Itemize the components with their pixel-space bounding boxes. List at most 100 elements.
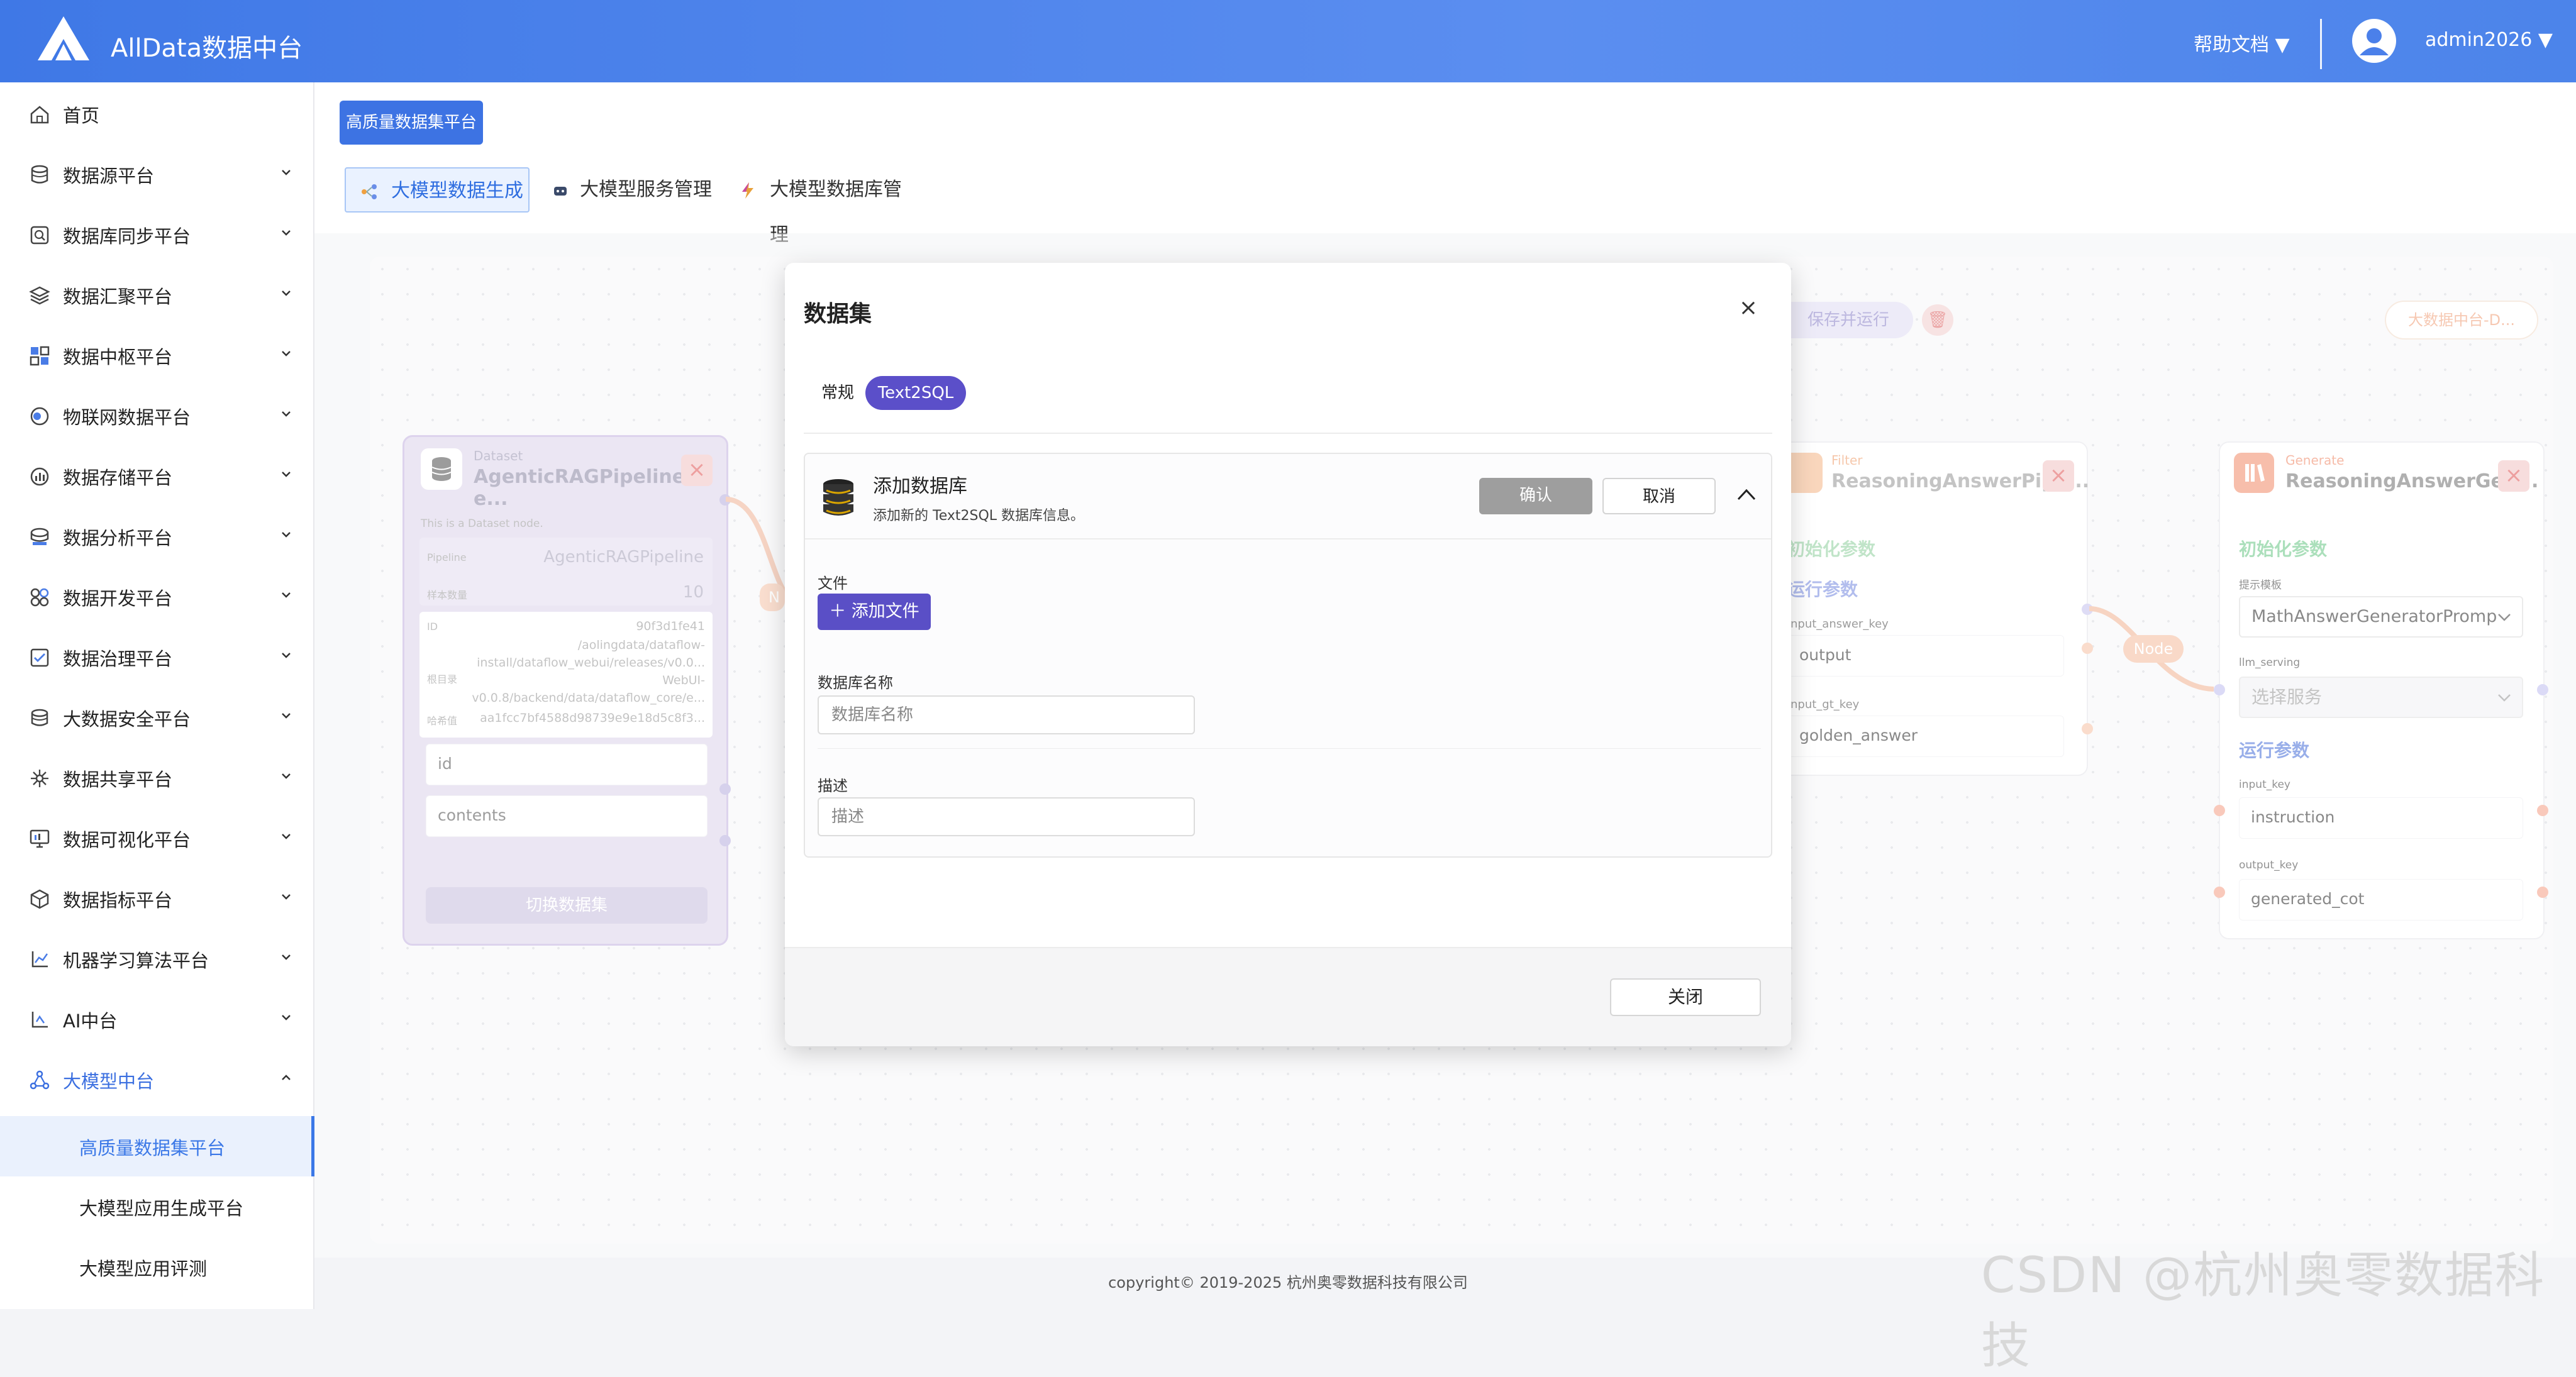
sidebar-item-sharing[interactable]: 数据共享平台	[0, 748, 314, 808]
collapse-chevron-up-icon[interactable]	[1736, 487, 1757, 503]
sidebar-item-metrics[interactable]: 数据指标平台	[0, 868, 314, 929]
chevron-down-icon	[282, 351, 291, 357]
database-name-input[interactable]: 数据库名称	[818, 695, 1195, 734]
tab-label: 大模型数据生成	[391, 180, 523, 202]
panel-subtitle: 添加新的 Text2SQL 数据库信息。	[873, 508, 1085, 524]
app-title: AllData数据中台	[111, 34, 303, 63]
sidebar-item-label: 大模型中台	[63, 1071, 155, 1092]
modal-tab-text2sql[interactable]: Text2SQL	[865, 376, 966, 410]
sidebar-subitem-dataset-platform[interactable]: 高质量数据集平台	[0, 1116, 314, 1176]
sidebar-item-hub[interactable]: 数据中枢平台	[0, 325, 314, 385]
share-network-icon	[31, 770, 48, 787]
dataset-modal: 数据集 × 常规 Text2SQL 添加数据库 添加新的 Text2SQL 数据…	[785, 263, 1791, 1046]
monitor-icon	[30, 829, 50, 848]
sidebar-item-ml[interactable]: 机器学习算法平台	[0, 929, 314, 989]
iot-icon	[30, 407, 49, 426]
sidebar-item-storage[interactable]: 数据存储平台	[0, 446, 314, 506]
ml-algorithm-icon	[31, 951, 48, 968]
modal-close-button[interactable]: 关闭	[1610, 978, 1761, 1016]
sidebar-item-aggregation[interactable]: 数据汇聚平台	[0, 265, 314, 325]
file-label: 文件	[818, 575, 848, 592]
service-robot-icon	[554, 187, 567, 196]
chevron-down-icon	[282, 411, 291, 417]
chevron-down-icon	[282, 653, 291, 658]
sidebar-item-label: 数据汇聚平台	[63, 286, 173, 307]
sidebar-item-label: 数据指标平台	[63, 890, 173, 911]
chevron-down-icon	[282, 834, 291, 839]
home-icon	[30, 106, 49, 124]
storage-chart-icon	[30, 467, 49, 486]
dev-circles-icon	[30, 588, 49, 607]
sidebar-item-llm[interactable]: 大模型中台	[0, 1049, 314, 1110]
sidebar-item-visualization[interactable]: 数据可视化平台	[0, 808, 314, 868]
sidebar-item-iot[interactable]: 物联网数据平台	[0, 385, 314, 446]
cancel-button[interactable]: 取消	[1602, 478, 1716, 514]
avatar[interactable]	[2352, 19, 2396, 63]
sidebar-item-label: 数据中枢平台	[63, 346, 173, 368]
sidebar-item-home[interactable]: 首页	[0, 84, 314, 144]
description-input[interactable]: 描述	[818, 797, 1195, 836]
tab-llm-service-management[interactable]: 大模型服务管理	[548, 167, 712, 213]
modal-close-icon[interactable]: ×	[1735, 294, 1762, 322]
chevron-down-icon	[282, 954, 291, 960]
database-stack-icon	[823, 479, 853, 516]
description-label: 描述	[818, 777, 848, 795]
database-icon	[31, 165, 48, 184]
layers-icon	[29, 286, 50, 305]
user-menu[interactable]: admin2026 ▼	[2425, 29, 2553, 51]
tab-label: 大模型服务管理	[580, 179, 712, 201]
add-file-button[interactable]: ＋ 添加文件	[818, 594, 931, 630]
add-database-panel: 添加数据库 添加新的 Text2SQL 数据库信息。 确认 取消 文件 ＋ 添加…	[804, 453, 1772, 858]
chevron-up-icon	[282, 1075, 291, 1080]
sidebar-item-label: 机器学习算法平台	[63, 950, 209, 971]
analysis-icon	[30, 528, 49, 545]
sidebar-item-db-sync[interactable]: 数据库同步平台	[0, 204, 314, 265]
sidebar-item-label: 大数据安全平台	[63, 709, 191, 730]
confirm-button[interactable]: 确认	[1479, 478, 1592, 514]
sidebar-item-datasource[interactable]: 数据源平台	[0, 144, 314, 204]
sidebar-item-label: 数据可视化平台	[63, 829, 191, 851]
chevron-down-icon	[282, 1015, 291, 1020]
sidebar-item-label: 物联网数据平台	[63, 407, 191, 428]
secure-db-icon	[31, 709, 48, 726]
sidebar-item-label: 数据源平台	[63, 165, 155, 187]
sidebar-item-dev[interactable]: 数据开发平台	[0, 567, 314, 627]
cube-icon	[30, 889, 49, 909]
lightning-icon	[742, 182, 753, 199]
breadcrumb-dataset-platform-button[interactable]: 高质量数据集平台	[340, 101, 483, 145]
sidebar-item-label: 数据分析平台	[63, 528, 173, 549]
sidebar-item-governance[interactable]: 数据治理平台	[0, 627, 314, 687]
chevron-down-icon	[282, 472, 291, 477]
sidebar-subitem-label: 大模型应用生成平台	[79, 1198, 244, 1219]
chevron-down-icon	[282, 170, 291, 175]
help-docs-dropdown[interactable]: 帮助文档 ▼	[2194, 29, 2290, 57]
sidebar-item-label: 首页	[63, 105, 100, 126]
header-divider	[2320, 19, 2322, 69]
watermark-text: CSDN @杭州奥零数据科技	[1981, 1247, 2546, 1374]
tab-llm-data-generation[interactable]: 大模型数据生成	[345, 167, 530, 213]
sidebar-item-security[interactable]: 大数据安全平台	[0, 687, 314, 748]
chevron-down-icon	[282, 773, 291, 779]
sidebar-item-label: AI中台	[63, 1010, 118, 1032]
sidebar-subitem-app-generation[interactable]: 大模型应用生成平台	[0, 1176, 314, 1237]
modal-tab-general[interactable]: 常规	[821, 380, 854, 403]
sidebar-subitem-label: 高质量数据集平台	[79, 1137, 226, 1159]
sidebar-item-label: 数据治理平台	[63, 648, 173, 670]
sidebar-item-label: 数据存储平台	[63, 467, 173, 489]
modal-tabs-divider	[804, 433, 1772, 434]
sidebar-item-analysis[interactable]: 数据分析平台	[0, 506, 314, 567]
chevron-down-icon	[282, 290, 291, 296]
flow-icon	[362, 184, 377, 199]
panel-title: 添加数据库	[873, 475, 967, 497]
search-db-icon	[30, 226, 49, 245]
tab-llm-database-management[interactable]: 大模型数据库管理	[736, 167, 918, 246]
modal-title: 数据集	[804, 301, 872, 327]
sidebar-item-ai[interactable]: AI中台	[0, 989, 314, 1049]
chevron-down-icon	[282, 713, 291, 719]
checklist-icon	[30, 648, 49, 667]
sidebar-item-label: 数据库同步平台	[63, 226, 191, 247]
sidebar: 首页 数据源平台 数据库同步平台 数据汇聚平台 数据中枢平台 物联网数据平台 数…	[0, 82, 314, 1309]
sidebar-item-label: 数据开发平台	[63, 588, 173, 609]
chevron-down-icon	[282, 894, 291, 900]
chevron-down-icon	[282, 230, 291, 236]
